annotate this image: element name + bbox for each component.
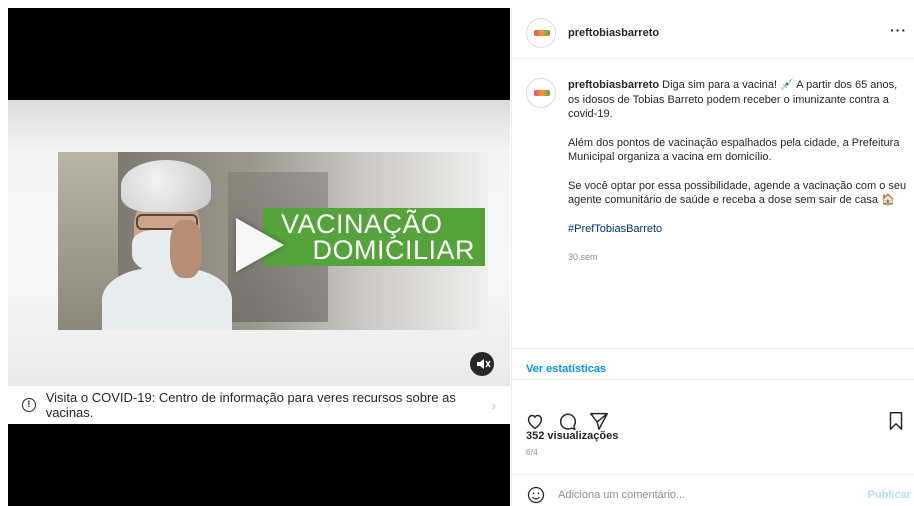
share-icon[interactable] (588, 410, 610, 432)
play-icon[interactable] (236, 218, 284, 272)
caption-area: preftobiasbarreto Diga sim para a vacina… (512, 66, 914, 346)
covid-info-bar[interactable]: ! Visita o COVID-19: Centro de informaçã… (8, 386, 510, 424)
more-options-icon[interactable]: ··· (890, 22, 907, 38)
caption-paragraph: Além dos pontos de vacinação espalhados … (568, 136, 900, 164)
speaker-muted-icon[interactable] (470, 352, 494, 376)
caption: preftobiasbarreto Diga sim para a vacina… (568, 78, 907, 265)
comment-input[interactable] (558, 488, 848, 501)
comment-icon[interactable] (556, 410, 578, 432)
post-media: VACINAÇÃO DOMICILIAR ! Visita o COVID-19… (8, 8, 510, 506)
comment-form: Publicar (512, 474, 914, 506)
emoji-icon[interactable] (526, 485, 546, 505)
banner-line-2: DOMICILIAR (312, 235, 475, 265)
post-details: preftobiasbarreto ··· preftobiasbarreto … (511, 8, 914, 506)
heart-icon[interactable] (524, 410, 546, 432)
view-insights-link[interactable]: Ver estatísticas (526, 363, 606, 375)
info-icon: ! (22, 398, 36, 412)
bookmark-icon[interactable] (885, 410, 907, 432)
post-header: preftobiasbarreto ··· (512, 8, 914, 59)
nurse-image (96, 160, 236, 330)
username[interactable]: preftobiasbarreto (568, 27, 659, 39)
stats-row: Ver estatísticas (512, 348, 914, 380)
video-title-banner: VACINAÇÃO DOMICILIAR (263, 208, 485, 266)
caption-timestamp: 30 sem (568, 252, 598, 262)
video-player[interactable]: VACINAÇÃO DOMICILIAR (8, 100, 510, 386)
caption-username[interactable]: preftobiasbarreto (568, 79, 659, 91)
hashtag-link[interactable]: #PrefTobiasBarreto (568, 222, 907, 237)
covid-info-text: Visita o COVID-19: Centro de informação … (45, 390, 456, 420)
publish-button[interactable]: Publicar (868, 489, 911, 501)
view-count[interactable]: 352 visualizações (526, 430, 618, 442)
chevron-right-icon: › (491, 398, 496, 413)
avatar[interactable] (526, 18, 556, 48)
banner-line-1: VACINAÇÃO (281, 209, 443, 239)
avatar[interactable] (526, 78, 556, 108)
caption-paragraph: Se você optar por essa possibilidade, ag… (568, 179, 907, 207)
post-date: 6/4 (526, 448, 539, 457)
